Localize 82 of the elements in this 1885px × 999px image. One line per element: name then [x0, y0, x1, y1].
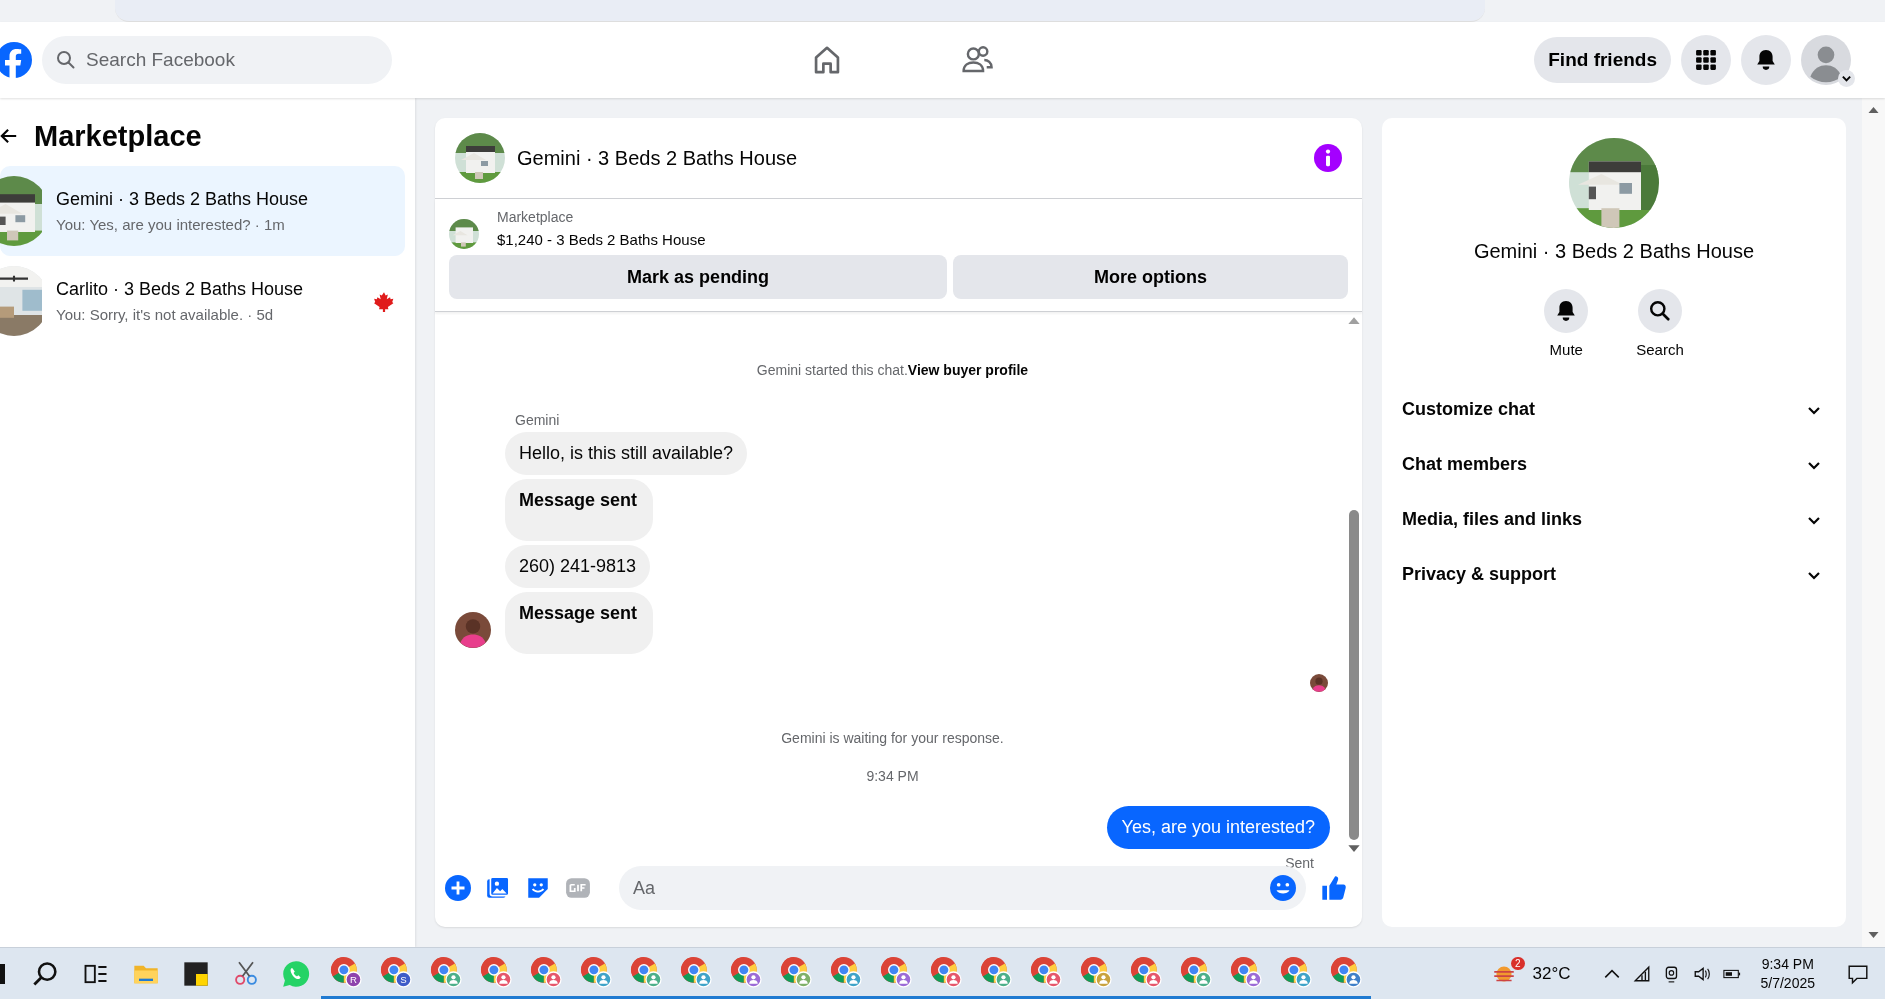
browser-icon[interactable]	[1030, 956, 1062, 988]
thumbs-up-icon[interactable]	[1320, 874, 1348, 902]
buyer-profile-link[interactable]: View buyer profile	[907, 362, 1029, 378]
chat-title: Gemini · 3 Beds 2 Baths House	[517, 146, 799, 170]
grid-icon	[1695, 49, 1717, 71]
browser-icon[interactable]	[730, 956, 762, 988]
back-arrow-icon[interactable]	[0, 126, 18, 146]
clock[interactable]: 9:34 PM 5/7/2025	[1760, 955, 1815, 992]
marketplace-heading: Marketplace	[34, 119, 202, 153]
system-message: Gemini started this chat.View buyer profile	[755, 362, 1030, 378]
message-bubble: Message sent	[505, 479, 653, 541]
message-bubble: 260) 241-9813	[505, 545, 651, 588]
section-header[interactable]: Privacy & support	[1402, 547, 1826, 602]
notification-badge: 2	[1510, 956, 1525, 970]
browser-icon[interactable]	[1080, 956, 1112, 988]
conversation-preview: You: Sorry, it's not available. · 5d	[56, 306, 275, 323]
seen-avatar-icon	[1310, 674, 1328, 692]
scrollbar-thumb[interactable]	[1349, 510, 1359, 840]
section-header[interactable]: Chat members	[1402, 437, 1826, 492]
browser-icon[interactable]	[780, 956, 812, 988]
browser-icon[interactable]	[630, 956, 662, 988]
search-icon[interactable]	[32, 959, 60, 988]
notifications-button[interactable]	[1741, 35, 1791, 85]
search-icon	[56, 50, 76, 70]
sticky-notes-icon[interactable]	[182, 959, 210, 988]
bell-icon	[1755, 49, 1777, 71]
browser-icon[interactable]	[1180, 956, 1212, 988]
plus-icon[interactable]	[445, 875, 471, 901]
search-icon	[1649, 300, 1671, 322]
search-field[interactable]: Search Facebook	[42, 36, 392, 84]
browser-icon[interactable]	[1230, 956, 1262, 988]
sticker-icon[interactable]	[525, 875, 551, 901]
mute-button[interactable]	[1544, 289, 1589, 333]
conversation-item[interactable]: Carlito · 3 Beds 2 Baths House You: Sorry, it's not available. · 5d	[0, 256, 405, 346]
browser-icon[interactable]	[580, 956, 612, 988]
maple-leaf-icon	[373, 290, 395, 312]
conversation-preview: You: Yes, are you interested? · 1m	[56, 216, 286, 233]
message-bubble: Yes, are you interested?	[1106, 806, 1330, 849]
conversation-item[interactable]: Gemini · 3 Beds 2 Baths House You: Yes, are you interested? · 1m	[0, 166, 405, 256]
search-button[interactable]	[1638, 289, 1682, 333]
find-friends-button[interactable]: Find friends	[1534, 37, 1671, 83]
photo-icon[interactable]	[485, 875, 511, 901]
action-label: Search	[1636, 341, 1684, 358]
scroll-down-icon[interactable]	[1868, 931, 1879, 939]
listing-source: Marketplace	[497, 209, 575, 225]
browser-icon[interactable]	[1130, 956, 1162, 988]
conversation-title: Carlito · 3 Beds 2 Baths House	[56, 279, 305, 300]
browser-icon[interactable]	[930, 956, 962, 988]
info-icon[interactable]	[1314, 144, 1342, 172]
emoji-icon[interactable]	[1270, 875, 1296, 901]
scroll-up-icon[interactable]	[1348, 316, 1360, 325]
listing-title[interactable]: $1,240 - 3 Beds 2 Baths House	[497, 231, 706, 248]
browser-icon[interactable]	[530, 956, 562, 988]
browser-icon[interactable]	[1280, 956, 1312, 988]
message-bubble: Message sent	[505, 592, 653, 654]
scroll-down-icon[interactable]	[1348, 844, 1360, 853]
scroll-up-icon[interactable]	[1868, 106, 1879, 114]
message-bubble: Hello, is this still available?	[505, 432, 748, 475]
browser-icon[interactable]	[480, 956, 512, 988]
start-icon[interactable]	[0, 963, 5, 984]
conversation-title: Gemini · 3 Beds 2 Baths House	[56, 189, 310, 210]
speaker-icon[interactable]	[1692, 964, 1711, 983]
section-header[interactable]: Media, files and links	[1402, 492, 1826, 547]
browser-icon[interactable]	[430, 956, 462, 988]
browser-icon[interactable]	[830, 956, 862, 988]
message-time: 9:34 PM	[865, 768, 920, 784]
section-header[interactable]: Customize chat	[1402, 382, 1826, 437]
sender-name: Gemini	[515, 412, 561, 428]
action-label: Mute	[1549, 341, 1583, 358]
browser-icon[interactable]	[880, 956, 912, 988]
wifi-icon[interactable]	[1632, 964, 1651, 983]
browser-icon[interactable]	[680, 956, 712, 988]
menu-button[interactable]	[1681, 35, 1731, 85]
browser-icon[interactable]	[1330, 956, 1362, 988]
temperature: 32°C	[1532, 963, 1571, 984]
action-button[interactable]: Mark as pending	[449, 255, 948, 299]
action-button[interactable]: More options	[953, 255, 1348, 299]
chat-name: Gemini · 3 Beds 2 Baths House	[1472, 240, 1756, 263]
browser-icon[interactable]	[980, 956, 1012, 988]
chevron-icon[interactable]	[1838, 70, 1855, 87]
scissors-icon[interactable]	[232, 959, 260, 988]
system-message: Gemini is waiting for your response.	[780, 730, 1005, 746]
